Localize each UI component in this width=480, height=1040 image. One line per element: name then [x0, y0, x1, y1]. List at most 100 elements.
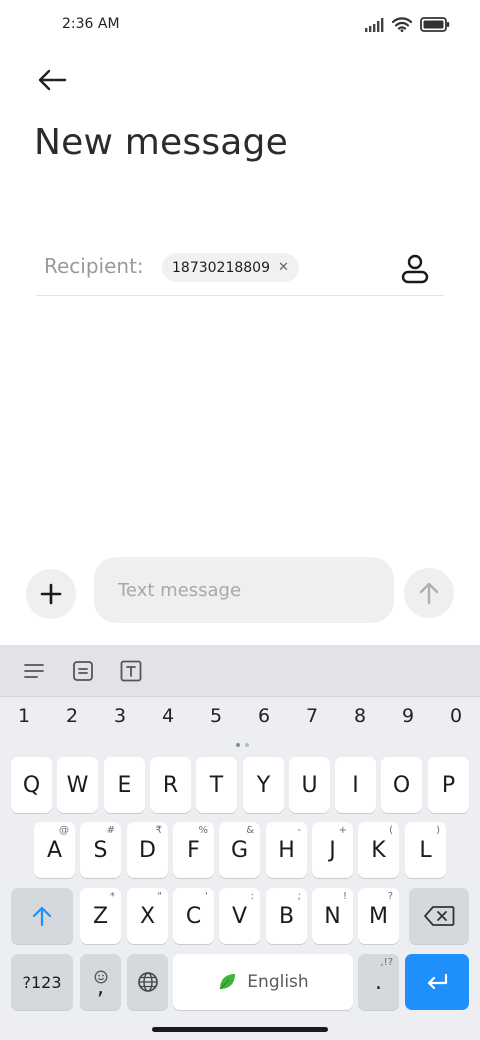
keyboard: 1 2 3 4 5 6 7 8 9 0 Q W E R T Y U I O P … — [0, 645, 480, 1040]
key-y[interactable]: Y — [243, 757, 284, 813]
keyboard-toolbar — [0, 645, 480, 697]
key-h[interactable]: -H — [266, 822, 307, 878]
symbols-key[interactable]: ?123 — [11, 954, 73, 1010]
key-hint: ' — [205, 891, 208, 902]
key-label: C — [185, 903, 202, 929]
key-hint: # — [106, 825, 115, 836]
key-x[interactable]: " X — [127, 888, 168, 944]
key-label: A — [46, 837, 63, 863]
shift-key[interactable] — [11, 888, 73, 944]
shift-arrow-icon — [32, 906, 52, 927]
key-e[interactable]: E — [104, 757, 145, 813]
backspace-icon — [424, 906, 455, 926]
key-hint: ) — [436, 825, 440, 836]
key-label: G — [230, 837, 249, 863]
emoji-comma-key[interactable]: , — [80, 954, 121, 1010]
key-k[interactable]: (K — [358, 822, 399, 878]
contacts-button[interactable] — [400, 252, 430, 286]
key-label: B — [278, 903, 295, 929]
key-p[interactable]: P — [428, 757, 469, 813]
key-i[interactable]: I — [335, 757, 376, 813]
key-7[interactable]: 7 — [297, 705, 327, 727]
recipient-row[interactable]: Recipient: 18730218809 ✕ — [36, 244, 444, 296]
key-3[interactable]: 3 — [105, 705, 135, 727]
key-label: J — [329, 837, 336, 863]
text-format-icon[interactable] — [119, 659, 143, 683]
space-key[interactable]: English — [173, 954, 353, 1010]
key-4[interactable]: 4 — [153, 705, 183, 727]
backspace-key[interactable] — [409, 888, 469, 944]
key-a[interactable]: @ A — [34, 822, 75, 878]
status-icons — [364, 17, 450, 32]
status-bar: 2:36 AM — [0, 0, 480, 52]
key-hint: ,!? — [380, 957, 394, 968]
key-z[interactable]: * Z — [80, 888, 121, 944]
key-label: Y — [256, 772, 271, 798]
signal-icon — [365, 17, 384, 32]
key-r[interactable]: R — [150, 757, 191, 813]
key-label: K — [371, 837, 386, 863]
key-label: L — [419, 837, 432, 863]
send-button[interactable] — [404, 568, 454, 618]
key-w[interactable]: W — [57, 757, 98, 813]
menu-icon[interactable] — [22, 659, 46, 683]
key-hint: + — [338, 825, 347, 836]
recipient-chip[interactable]: 18730218809 ✕ — [162, 253, 299, 282]
language-key[interactable] — [127, 954, 168, 1010]
message-input[interactable] — [94, 557, 394, 623]
close-icon[interactable]: ✕ — [278, 261, 289, 274]
key-o[interactable]: O — [381, 757, 422, 813]
key-9[interactable]: 9 — [393, 705, 423, 727]
key-n[interactable]: ! N — [312, 888, 353, 944]
key-5[interactable]: 5 — [201, 705, 231, 727]
arrow-up-icon — [419, 582, 439, 605]
key-label: . — [375, 969, 382, 995]
key-1[interactable]: 1 — [9, 705, 39, 727]
key-label: R — [162, 772, 179, 798]
key-s[interactable]: # S — [80, 822, 121, 878]
key-label: Z — [92, 903, 109, 929]
key-f[interactable]: % F — [173, 822, 214, 878]
page-title: New message — [34, 122, 288, 163]
key-0[interactable]: 0 — [441, 705, 471, 727]
key-l[interactable]: ) L — [405, 822, 446, 878]
keyboard-page-dots — [236, 743, 249, 747]
key-2[interactable]: 2 — [57, 705, 87, 727]
key-d[interactable]: ₹ D — [127, 822, 168, 878]
key-label: D — [139, 837, 156, 863]
key-label: U — [301, 772, 318, 798]
attach-button[interactable] — [26, 569, 76, 619]
battery-icon — [420, 17, 450, 32]
back-button[interactable] — [30, 62, 74, 98]
key-label: H — [278, 837, 295, 863]
period-key[interactable]: ,!? . — [358, 954, 399, 1010]
key-hint: - — [297, 825, 301, 836]
key-hint: ( — [389, 825, 393, 836]
enter-key[interactable] — [405, 954, 469, 1010]
key-j[interactable]: + J — [312, 822, 353, 878]
key-8[interactable]: 8 — [345, 705, 375, 727]
key-m[interactable]: ? M — [358, 888, 399, 944]
clipboard-icon[interactable] — [71, 659, 95, 683]
key-6[interactable]: 6 — [249, 705, 279, 727]
key-c[interactable]: ' C — [173, 888, 214, 944]
key-u[interactable]: U — [289, 757, 330, 813]
key-label: , — [97, 975, 104, 1000]
space-label: English — [247, 972, 309, 992]
key-label: S — [93, 837, 108, 863]
key-hint: * — [110, 891, 115, 902]
key-t[interactable]: T — [196, 757, 237, 813]
key-v[interactable]: :V — [219, 888, 260, 944]
key-label: N — [324, 903, 341, 929]
key-g[interactable]: & G — [219, 822, 260, 878]
enter-icon — [427, 973, 448, 990]
recipient-label: Recipient: — [44, 254, 144, 278]
key-label: O — [392, 772, 411, 798]
key-hint: : — [250, 891, 254, 902]
key-label: ?123 — [22, 972, 62, 992]
leaf-icon — [219, 974, 236, 990]
key-b[interactable]: ; B — [266, 888, 307, 944]
key-q[interactable]: Q — [11, 757, 52, 813]
key-label: P — [441, 772, 456, 798]
home-indicator[interactable] — [152, 1027, 328, 1032]
